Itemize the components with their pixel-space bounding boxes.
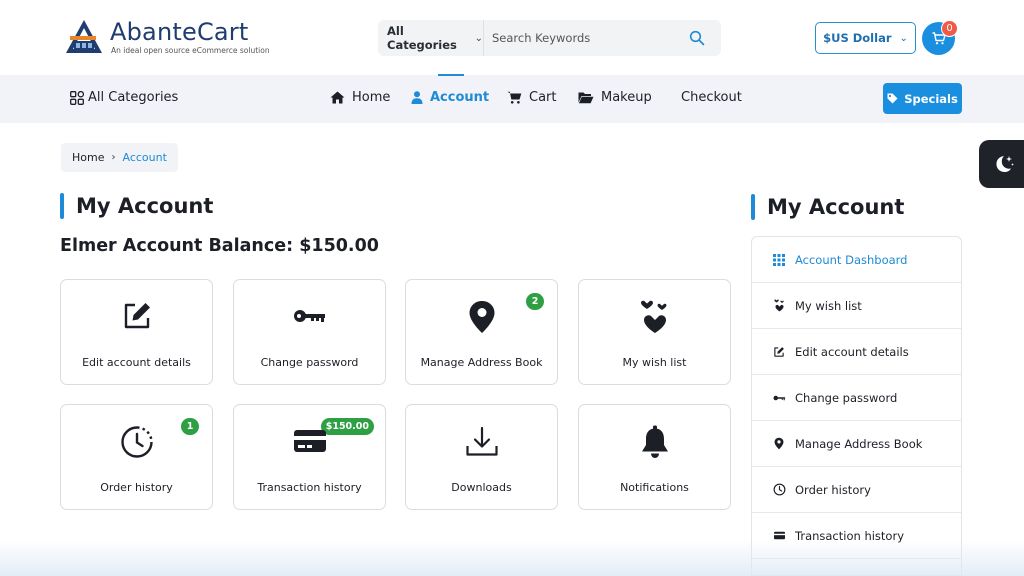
edit-icon [124, 303, 150, 329]
nav-account-label: Account [430, 90, 490, 105]
all-categories-label: All Categories [88, 90, 179, 105]
search-icon[interactable] [689, 30, 705, 46]
account-balance: Elmer Account Balance: $150.00 [60, 236, 379, 256]
brand-tagline: An ideal open source eCommerce solution [111, 46, 270, 55]
tile-notifications[interactable]: Notifications [578, 404, 731, 510]
page-title-text: My Account [76, 194, 214, 218]
tile-label: Downloads [451, 481, 512, 494]
page-title: My Account [60, 193, 213, 219]
nav-home-label: Home [352, 90, 391, 105]
tile-label: Notifications [620, 481, 689, 494]
nav-checkout-label: Checkout [681, 90, 742, 105]
breadcrumb: Home › Account [61, 143, 178, 172]
logo-mark-icon [66, 20, 102, 53]
currency-label: $US Dollar [823, 31, 892, 45]
moon-stars-icon [996, 156, 1014, 173]
specials-label: Specials [904, 91, 958, 106]
bell-icon [641, 425, 668, 458]
tile-address-book[interactable]: 2 Manage Address Book [405, 279, 558, 385]
nav-active-indicator [438, 74, 464, 76]
top-header: AbanteCart An ideal open source eCommerc… [0, 0, 1024, 75]
nav-makeup[interactable]: Makeup [578, 90, 652, 105]
hearts-icon [773, 299, 784, 312]
specials-button[interactable]: Specials [883, 83, 962, 114]
edit-icon [774, 346, 784, 357]
home-icon [330, 91, 345, 104]
tag-icon [887, 93, 898, 104]
tile-edit-account[interactable]: Edit account details [60, 279, 213, 385]
sidebar-item-label: Change password [795, 390, 898, 405]
sidebar-item-label: Order history [795, 482, 871, 497]
sidebar-item-transaction-history[interactable]: Transaction history [752, 513, 961, 559]
tile-change-password[interactable]: Change password [233, 279, 386, 385]
sidebar-item-wish-list[interactable]: My wish list [752, 283, 961, 329]
download-icon [465, 426, 498, 456]
currency-select[interactable]: $US Dollar ⌄ [815, 22, 916, 54]
credit-card-icon [293, 430, 326, 452]
sidebar-item-label: My wish list [795, 298, 862, 313]
tile-label: Transaction history [257, 481, 362, 494]
sidebar-item-label: Edit account details [795, 344, 909, 359]
sidebar-item-label: Manage Address Book [795, 436, 923, 451]
nav-checkout[interactable]: Checkout [681, 90, 742, 105]
search-category-label: All Categories [387, 24, 457, 52]
sidebar-item-address-book[interactable]: Manage Address Book [752, 421, 961, 467]
sidebar-item-change-password[interactable]: Change password [752, 375, 961, 421]
sidebar-title-text: My Account [767, 195, 905, 219]
key-icon [773, 395, 785, 400]
account-sidebar-menu: Account Dashboard My wish list Edit acco… [751, 236, 962, 576]
folder-icon [578, 92, 594, 104]
breadcrumb-current: Account [122, 151, 167, 164]
nav-makeup-label: Makeup [601, 90, 652, 105]
hearts-icon [640, 300, 666, 333]
nav-account[interactable]: Account [411, 90, 489, 105]
nav-cart-label: Cart [529, 90, 557, 105]
sidebar-item-order-history[interactable]: Order history [752, 467, 961, 513]
theme-toggle-button[interactable] [979, 140, 1024, 188]
nav-home[interactable]: Home [330, 90, 390, 105]
sidebar-title: My Account [751, 194, 904, 220]
sidebar-item-label: Transaction history [795, 528, 904, 543]
tile-label: Change password [260, 356, 359, 369]
brand-name: AbanteCart [110, 18, 249, 46]
categories-grid-icon [70, 90, 84, 105]
key-icon [293, 310, 325, 322]
tile-wish-list[interactable]: My wish list [578, 279, 731, 385]
map-pin-icon [774, 437, 784, 450]
chevron-down-icon: ⌄ [474, 32, 483, 44]
breadcrumb-home[interactable]: Home [72, 151, 104, 164]
brand-logo[interactable]: AbanteCart An ideal open source eCommerc… [64, 18, 274, 58]
sidebar-item-label: Account Dashboard [795, 252, 908, 267]
tile-label: Edit account details [82, 356, 191, 369]
sidebar-item-account-dashboard[interactable]: Account Dashboard [752, 237, 961, 283]
title-accent-bar [751, 194, 755, 220]
tile-label: Manage Address Book [420, 356, 543, 369]
search-category-select[interactable]: All Categories ⌄ [378, 20, 484, 56]
chevron-right-icon: › [111, 152, 116, 163]
search-input[interactable] [485, 20, 685, 56]
tile-transaction-history[interactable]: $150.00 Transaction history [233, 404, 386, 510]
credit-card-icon [773, 531, 785, 540]
search-bar: All Categories ⌄ [378, 20, 721, 56]
chevron-down-icon: ⌄ [899, 32, 908, 44]
map-pin-icon [469, 301, 494, 333]
tile-label: My wish list [622, 356, 687, 369]
tile-downloads[interactable]: Downloads [405, 404, 558, 510]
user-icon [411, 91, 423, 104]
clock-icon [773, 483, 785, 496]
cart-icon [507, 91, 522, 104]
tile-label: Order history [100, 481, 173, 494]
all-categories-button[interactable]: All Categories [70, 90, 178, 105]
clock-icon [120, 426, 153, 458]
title-accent-bar [60, 193, 64, 219]
nav-cart[interactable]: Cart [507, 90, 557, 105]
cart-count-badge: 0 [941, 20, 958, 37]
sidebar-item-edit-account[interactable]: Edit account details [752, 329, 961, 375]
tile-order-history[interactable]: 1 Order history [60, 404, 213, 510]
grid-icon [773, 253, 785, 266]
